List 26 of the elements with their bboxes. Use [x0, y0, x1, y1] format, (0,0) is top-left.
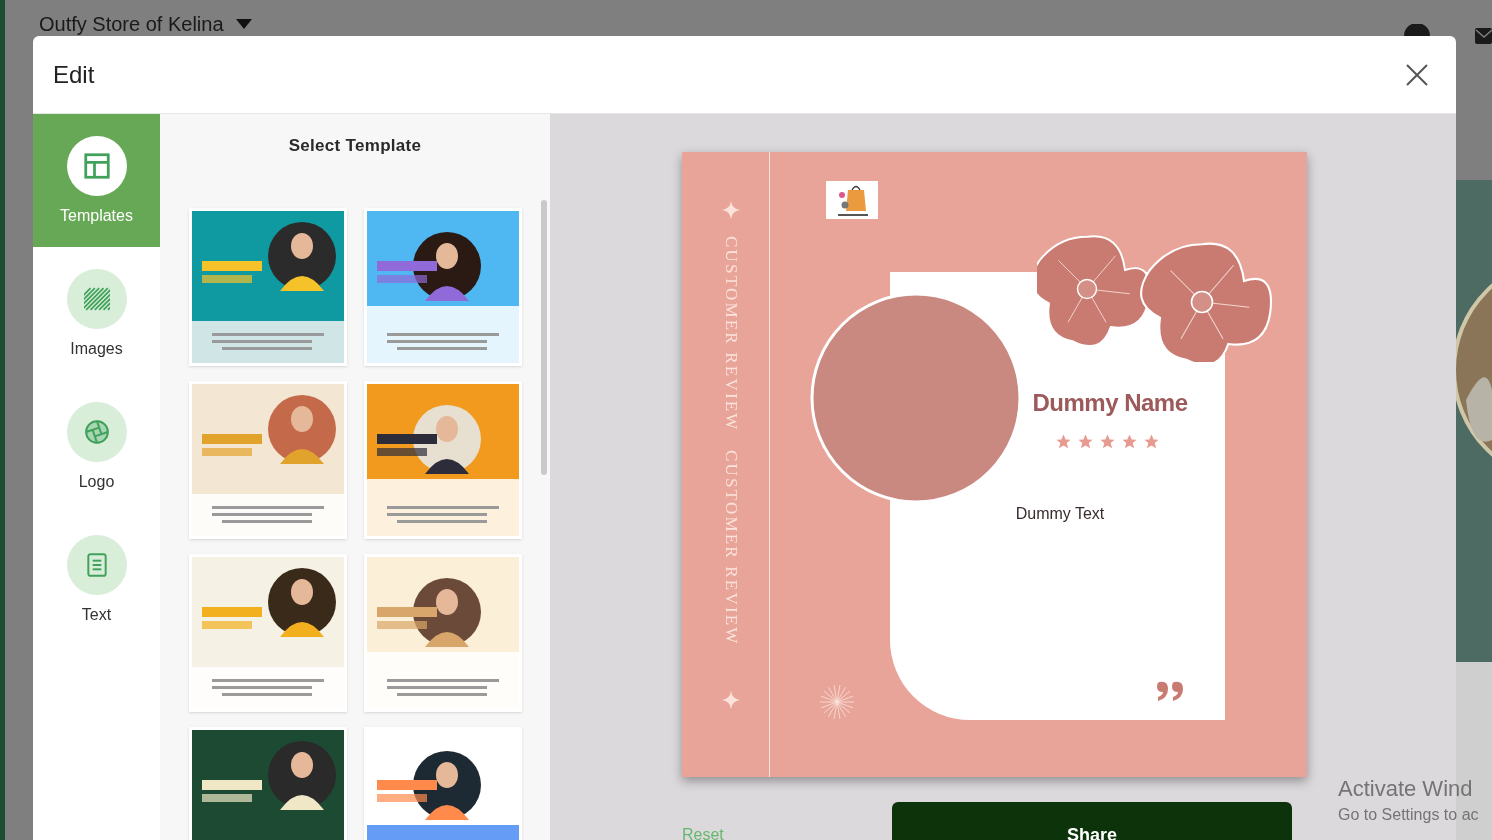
- hatch-icon: [83, 285, 110, 312]
- review-text: Dummy Text: [1014, 504, 1106, 524]
- star-icon: [1143, 433, 1160, 450]
- reviewer-name: Dummy Name: [1031, 388, 1189, 418]
- layout-icon: [81, 150, 112, 181]
- dialog-title: Edit: [53, 59, 95, 90]
- close-icon[interactable]: [1406, 63, 1428, 86]
- star-icon: [1077, 433, 1094, 450]
- sparkle-icon: [722, 201, 740, 219]
- caret-icon[interactable]: [235, 19, 252, 29]
- activation-subtitle: Go to Settings to ac: [1338, 805, 1479, 825]
- mail-icon[interactable]: [1475, 28, 1492, 44]
- starburst-icon: [819, 684, 855, 720]
- scrollbar[interactable]: [541, 200, 547, 475]
- vertical-heading: CUSTOMER REVIEW: [721, 449, 742, 646]
- sparkle-icon: [722, 691, 740, 709]
- star-icon: [1099, 433, 1116, 450]
- quote-icon: [1156, 680, 1186, 702]
- aperture-icon: [83, 418, 110, 445]
- panel-title: Select Template: [288, 135, 422, 158]
- logo: [826, 181, 878, 219]
- store-name[interactable]: Outfy Store of Kelina: [39, 12, 224, 36]
- star-icon: [1055, 433, 1072, 450]
- activation-title: Activate Wind: [1338, 776, 1474, 802]
- vertical-heading: CUSTOMER REVIEW: [721, 236, 742, 432]
- star-icon: [1121, 433, 1138, 450]
